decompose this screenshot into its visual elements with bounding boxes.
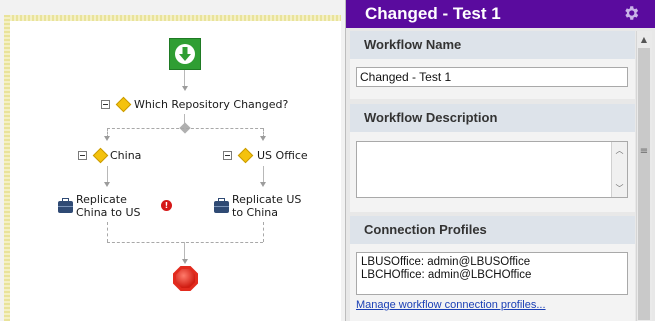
- connection-profiles-list[interactable]: LBUSOffice: admin@LBUSOffice LBCHOffice:…: [356, 252, 628, 295]
- connector-arrow: [260, 136, 266, 141]
- section-connection-profiles: Connection Profiles: [350, 216, 635, 244]
- branch-china-label[interactable]: China: [110, 149, 141, 162]
- workflow-description-textarea[interactable]: ︿ ﹀: [356, 141, 628, 198]
- workflow-name-input[interactable]: [356, 67, 628, 87]
- panel-title: Changed - Test 1: [365, 4, 501, 23]
- section-title: Workflow Name: [364, 37, 462, 52]
- connector-arrow: [260, 182, 266, 187]
- section-title: Workflow Description: [364, 110, 498, 125]
- stop-icon[interactable]: [173, 266, 198, 291]
- workflow-canvas: Which Repository Changed? China US Offic…: [0, 0, 345, 321]
- panel-header: Changed - Test 1: [346, 0, 655, 28]
- arrow-down-icon: [175, 44, 195, 64]
- scroll-down-icon[interactable]: ﹀: [614, 183, 625, 194]
- profile-item[interactable]: LBCHOffice: admin@LBCHOffice: [361, 269, 623, 282]
- manage-profiles-link[interactable]: Manage workflow connection profiles...: [356, 299, 546, 311]
- connector-line: [184, 242, 185, 260]
- decision-node-label[interactable]: Which Repository Changed?: [134, 98, 288, 111]
- error-icon[interactable]: !: [161, 200, 172, 211]
- collapse-icon[interactable]: [101, 100, 110, 109]
- section-title: Connection Profiles: [364, 222, 487, 237]
- action-replicate-china-to-us[interactable]: Replicate China to US: [76, 193, 158, 219]
- connector-arrow: [182, 259, 188, 264]
- gear-icon[interactable]: [622, 4, 640, 22]
- briefcase-icon: [214, 198, 229, 213]
- section-workflow-name: Workflow Name: [350, 31, 635, 59]
- start-node[interactable]: [169, 38, 201, 70]
- connector-arrow: [104, 182, 110, 187]
- collapse-icon[interactable]: [78, 151, 87, 160]
- connector-arrow: [104, 136, 110, 141]
- scroll-thumb[interactable]: [638, 48, 650, 320]
- merge-connector: [107, 242, 263, 243]
- textarea-scrollbar[interactable]: ︿ ﹀: [611, 142, 627, 197]
- scroll-up-icon[interactable]: ︿: [614, 145, 625, 156]
- connector-arrow: [182, 86, 188, 91]
- resize-grip-icon[interactable]: ≡: [638, 147, 650, 157]
- branch-connector: [107, 128, 263, 129]
- merge-connector: [263, 222, 264, 242]
- branch-us-office-label[interactable]: US Office: [257, 149, 308, 162]
- properties-panel: Changed - Test 1 ▲ ≡ Workflow Name Workf…: [345, 0, 655, 321]
- collapse-icon[interactable]: [223, 151, 232, 160]
- profile-item[interactable]: LBUSOffice: admin@LBUSOffice: [361, 256, 623, 269]
- action-replicate-us-to-china[interactable]: Replicate US to China: [232, 193, 314, 219]
- merge-connector: [107, 222, 108, 242]
- section-workflow-description: Workflow Description: [350, 104, 635, 132]
- scroll-up-icon[interactable]: ▲: [638, 34, 650, 46]
- briefcase-icon: [58, 198, 73, 213]
